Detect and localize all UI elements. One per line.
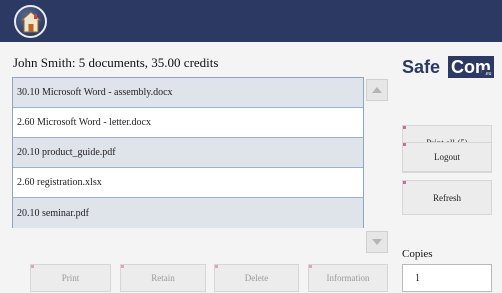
document-row[interactable]: 30.10 Microsoft Word - assembly.docx <box>13 78 363 108</box>
print-button[interactable]: Print <box>30 264 111 292</box>
information-button[interactable]: Information <box>308 264 388 292</box>
document-label: 2.60 registration.xlsx <box>17 177 102 188</box>
top-bar <box>0 0 502 42</box>
information-button-label: Information <box>326 273 370 283</box>
document-label: 20.10 product_guide.pdf <box>17 147 116 158</box>
safecom-logo: Safe Com .eu <box>402 56 494 80</box>
document-scrollbar[interactable] <box>366 79 388 254</box>
print-button-label: Print <box>61 273 80 283</box>
logout-label: Logout <box>434 152 460 162</box>
logo-eu-text: .eu <box>482 70 494 78</box>
arrow-down-icon <box>372 239 382 245</box>
copies-label: Copies <box>402 248 433 260</box>
refresh-label: Refresh <box>433 192 461 203</box>
document-row[interactable]: 2.60 registration.xlsx <box>13 168 363 198</box>
document-label: 30.10 Microsoft Word - assembly.docx <box>17 87 173 98</box>
logo-safe-text: Safe <box>402 57 441 77</box>
logout-button[interactable]: Logout <box>402 142 492 172</box>
scroll-down-button[interactable] <box>366 231 388 253</box>
home-icon <box>21 11 41 33</box>
scroll-up-button[interactable] <box>366 79 388 101</box>
retain-button[interactable]: Retain <box>120 264 206 292</box>
retain-button-label: Retain <box>151 273 175 283</box>
copies-input[interactable]: 1 <box>402 264 492 292</box>
arrow-up-icon <box>372 87 382 93</box>
document-label: 2.60 Microsoft Word - letter.docx <box>17 117 151 128</box>
document-list[interactable]: 30.10 Microsoft Word - assembly.docx 2.6… <box>12 77 364 228</box>
document-row[interactable]: 20.10 product_guide.pdf <box>13 138 363 168</box>
delete-button-label: Delete <box>244 273 269 283</box>
refresh-button[interactable]: Refresh <box>402 180 492 215</box>
home-button[interactable] <box>14 5 47 38</box>
copies-value: 1 <box>415 272 420 284</box>
document-label: 20.10 seminar.pdf <box>17 207 89 219</box>
document-row[interactable]: 20.10 seminar.pdf <box>13 198 363 228</box>
delete-button[interactable]: Delete <box>214 264 299 292</box>
user-summary: John Smith: 5 documents, 35.00 credits <box>13 55 219 70</box>
document-row[interactable]: 2.60 Microsoft Word - letter.docx <box>13 108 363 138</box>
